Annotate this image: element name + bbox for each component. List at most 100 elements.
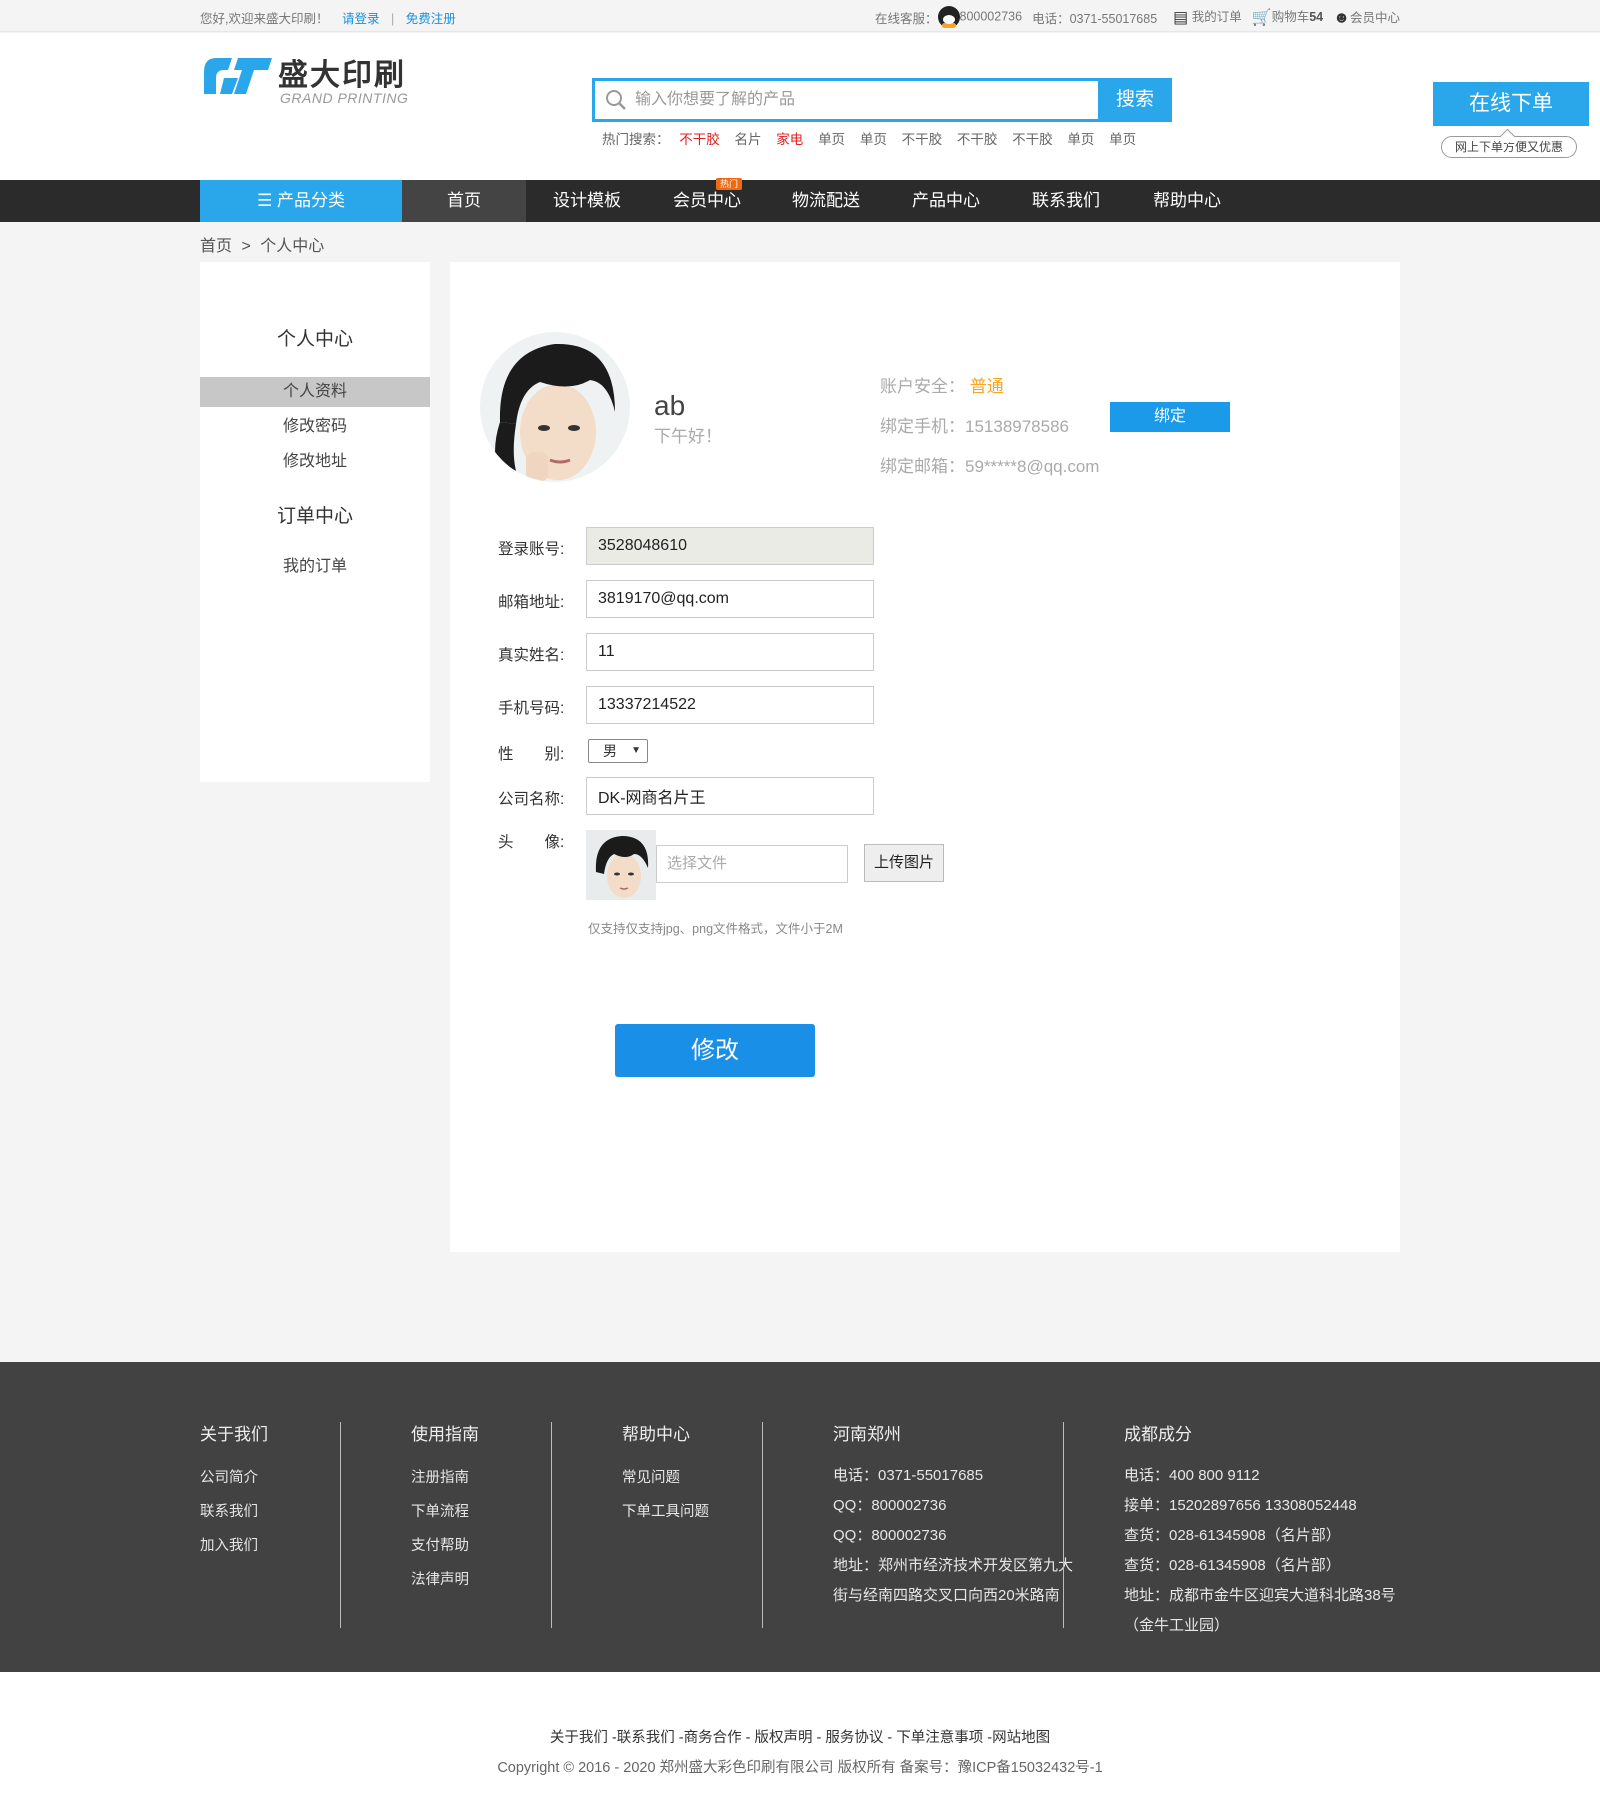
footer-link[interactable]: 法律声明	[411, 1563, 479, 1597]
member-center-link[interactable]: ☻会员中心	[1333, 7, 1400, 28]
my-orders-label: 我的订单	[1191, 10, 1242, 25]
logo-mark-icon	[204, 58, 272, 94]
welcome-text: 您好,欢迎来盛大印刷！	[200, 12, 329, 26]
hot-badge: 热门	[716, 178, 743, 190]
footer-link[interactable]: 下单工具问题	[622, 1495, 709, 1529]
bind-button[interactable]: 绑定	[1110, 402, 1230, 432]
logo-text-en: GRAND PRINTING	[280, 90, 409, 106]
footer-about: 关于我们 公司简介 联系我们 加入我们	[200, 1420, 268, 1563]
footer-help: 帮助中心 常见问题 下单工具问题	[622, 1420, 709, 1529]
hot-search-item[interactable]: 单页	[818, 132, 845, 147]
sidebar-item-my-orders[interactable]: 我的订单	[200, 552, 430, 582]
username: ab	[654, 390, 686, 421]
hot-search-item[interactable]: 不干胶	[957, 132, 998, 147]
realname-field[interactable]	[586, 633, 874, 671]
welcome-area: 您好,欢迎来盛大印刷！ 请登录 | 免费注册	[200, 8, 456, 27]
hot-search-item[interactable]: 单页	[1109, 132, 1136, 147]
logo-text-cn: 盛大印刷	[278, 59, 406, 92]
sidebar-item-change-password[interactable]: 修改密码	[200, 412, 430, 442]
company-field[interactable]	[586, 777, 874, 815]
footer-help-title: 帮助中心	[622, 1425, 690, 1444]
footer-link[interactable]: 加入我们	[200, 1529, 268, 1563]
profile-panel: ab 下午好！ 账户安全： 普通 绑定手机：15138978586 绑定 绑定邮…	[450, 262, 1400, 1252]
gender-select[interactable]: 男 ▼	[588, 739, 648, 763]
hot-search-item[interactable]: 不干胶	[902, 132, 943, 147]
cart-label: 购物车	[1271, 10, 1310, 25]
mobile-field[interactable]	[586, 686, 874, 724]
register-link[interactable]: 免费注册	[406, 12, 456, 26]
nav-item-contact[interactable]: 联系我们	[1006, 180, 1126, 222]
hot-search-item[interactable]: 不干胶	[1012, 132, 1053, 147]
footer-link[interactable]: 联系我们	[200, 1495, 268, 1529]
breadcrumb-separator: >	[241, 238, 251, 255]
nav-item-help[interactable]: 帮助中心	[1126, 180, 1248, 222]
footer-link[interactable]: 公司简介	[200, 1461, 268, 1495]
email-field-label: 邮箱地址:	[498, 594, 565, 611]
gender-value: 男	[603, 743, 617, 759]
footer-link[interactable]: 支付帮助	[411, 1529, 479, 1563]
member-label: 会员中心	[1349, 10, 1400, 25]
footer-link[interactable]: 下单流程	[411, 1495, 479, 1529]
hot-search-label: 热门搜索：	[602, 132, 670, 147]
online-order-button[interactable]: 在线下单	[1433, 82, 1589, 126]
footer-divider	[762, 1422, 763, 1628]
footer-divider	[340, 1422, 341, 1628]
contact-line: 街与经南四路交叉口向西20米路南	[833, 1587, 1060, 1604]
contact-line: 电话：400 800 9112	[1124, 1467, 1260, 1484]
footer-link[interactable]: 常见问题	[622, 1461, 709, 1495]
mobile-label: 手机号码:	[498, 700, 565, 717]
bound-email: 绑定邮箱：59*****8@qq.com	[880, 452, 1099, 477]
top-right-links: 在线客服： 800002736 电话：0371-55017685 ▤ 我的订单 …	[875, 6, 1400, 28]
contact-line: 地址：郑州市经济技术开发区第九大	[833, 1557, 1074, 1574]
file-input[interactable]: 选择文件	[656, 845, 848, 883]
hot-search-item[interactable]: 名片	[735, 132, 762, 147]
service-qq: 800002736	[959, 9, 1023, 24]
nav-item-design-templates[interactable]: 设计模板	[526, 180, 648, 222]
breadcrumb-home[interactable]: 首页	[200, 238, 232, 255]
sidebar-item-profile[interactable]: 个人资料	[200, 377, 430, 407]
footer-chengdu-title: 成都成分	[1124, 1425, 1192, 1444]
avatar-thumbnail-icon	[586, 830, 656, 900]
account-label: 登录账号:	[498, 541, 565, 558]
contact-line: 电话：0371-55017685	[833, 1467, 984, 1484]
phone-label: 绑定手机：	[880, 417, 965, 436]
product-category-label: 产品分类	[276, 191, 345, 210]
contact-line: QQ：800002736	[833, 1527, 947, 1544]
email-label: 绑定邮箱：	[880, 457, 965, 476]
upload-tip: 仅支持仅支持jpg、png文件格式，文件小于2M	[588, 922, 843, 936]
footer-link[interactable]: 注册指南	[411, 1461, 479, 1495]
menu-icon: ☰	[257, 191, 273, 210]
hot-search-item[interactable]: 单页	[1067, 132, 1094, 147]
submit-button[interactable]: 修改	[615, 1024, 815, 1077]
nav-item-member-center[interactable]: 会员中心	[648, 180, 766, 222]
hot-search-item[interactable]: 家电	[776, 132, 803, 147]
email-field[interactable]	[586, 580, 874, 618]
sidebar-item-change-address[interactable]: 修改地址	[200, 447, 430, 477]
sidebar-title: 个人中心	[276, 329, 353, 350]
search-button[interactable]: 搜索	[1098, 78, 1172, 122]
nav-item-logistics[interactable]: 物流配送	[766, 180, 886, 222]
account-field[interactable]	[586, 527, 874, 565]
product-category-button[interactable]: ☰ 产品分类	[200, 180, 402, 222]
contact-line: QQ：800002736	[833, 1497, 947, 1514]
nav-item-product-center[interactable]: 产品中心	[886, 180, 1006, 222]
hot-search-item[interactable]: 单页	[860, 132, 887, 147]
site-logo[interactable]: 盛大印刷 GRAND PRINTING	[202, 48, 442, 108]
contact-line: 接单：15202897656 13308052448	[1124, 1497, 1357, 1514]
hot-search-item[interactable]: 不干胶	[679, 132, 720, 147]
qq-service[interactable]: 800002736	[937, 6, 1023, 28]
phone-value: 15138978586	[965, 417, 1070, 436]
cart-link[interactable]: 🛒购物车54	[1252, 6, 1323, 28]
avatar-label: 头 像:	[498, 834, 565, 851]
order-tip-text: 网上下单方便又优惠	[1454, 140, 1563, 154]
bound-phone: 绑定手机：15138978586	[880, 412, 1069, 437]
contact-line: 查货：028-61345908（名片部）	[1124, 1527, 1341, 1544]
search-input[interactable]	[635, 81, 1075, 119]
login-link[interactable]: 请登录	[342, 12, 380, 26]
sidebar-orders-title: 订单中心	[276, 506, 353, 527]
footer-divider	[551, 1422, 552, 1628]
upload-image-button[interactable]: 上传图片	[864, 844, 944, 882]
nav-item-home[interactable]: 首页	[402, 180, 526, 222]
my-orders-link[interactable]: ▤ 我的订单	[1173, 6, 1242, 28]
footer-bottom-links[interactable]: 关于我们 -联系我们 -商务合作 - 版权声明 - 服务协议 - 下单注意事项 …	[0, 1726, 1600, 1747]
